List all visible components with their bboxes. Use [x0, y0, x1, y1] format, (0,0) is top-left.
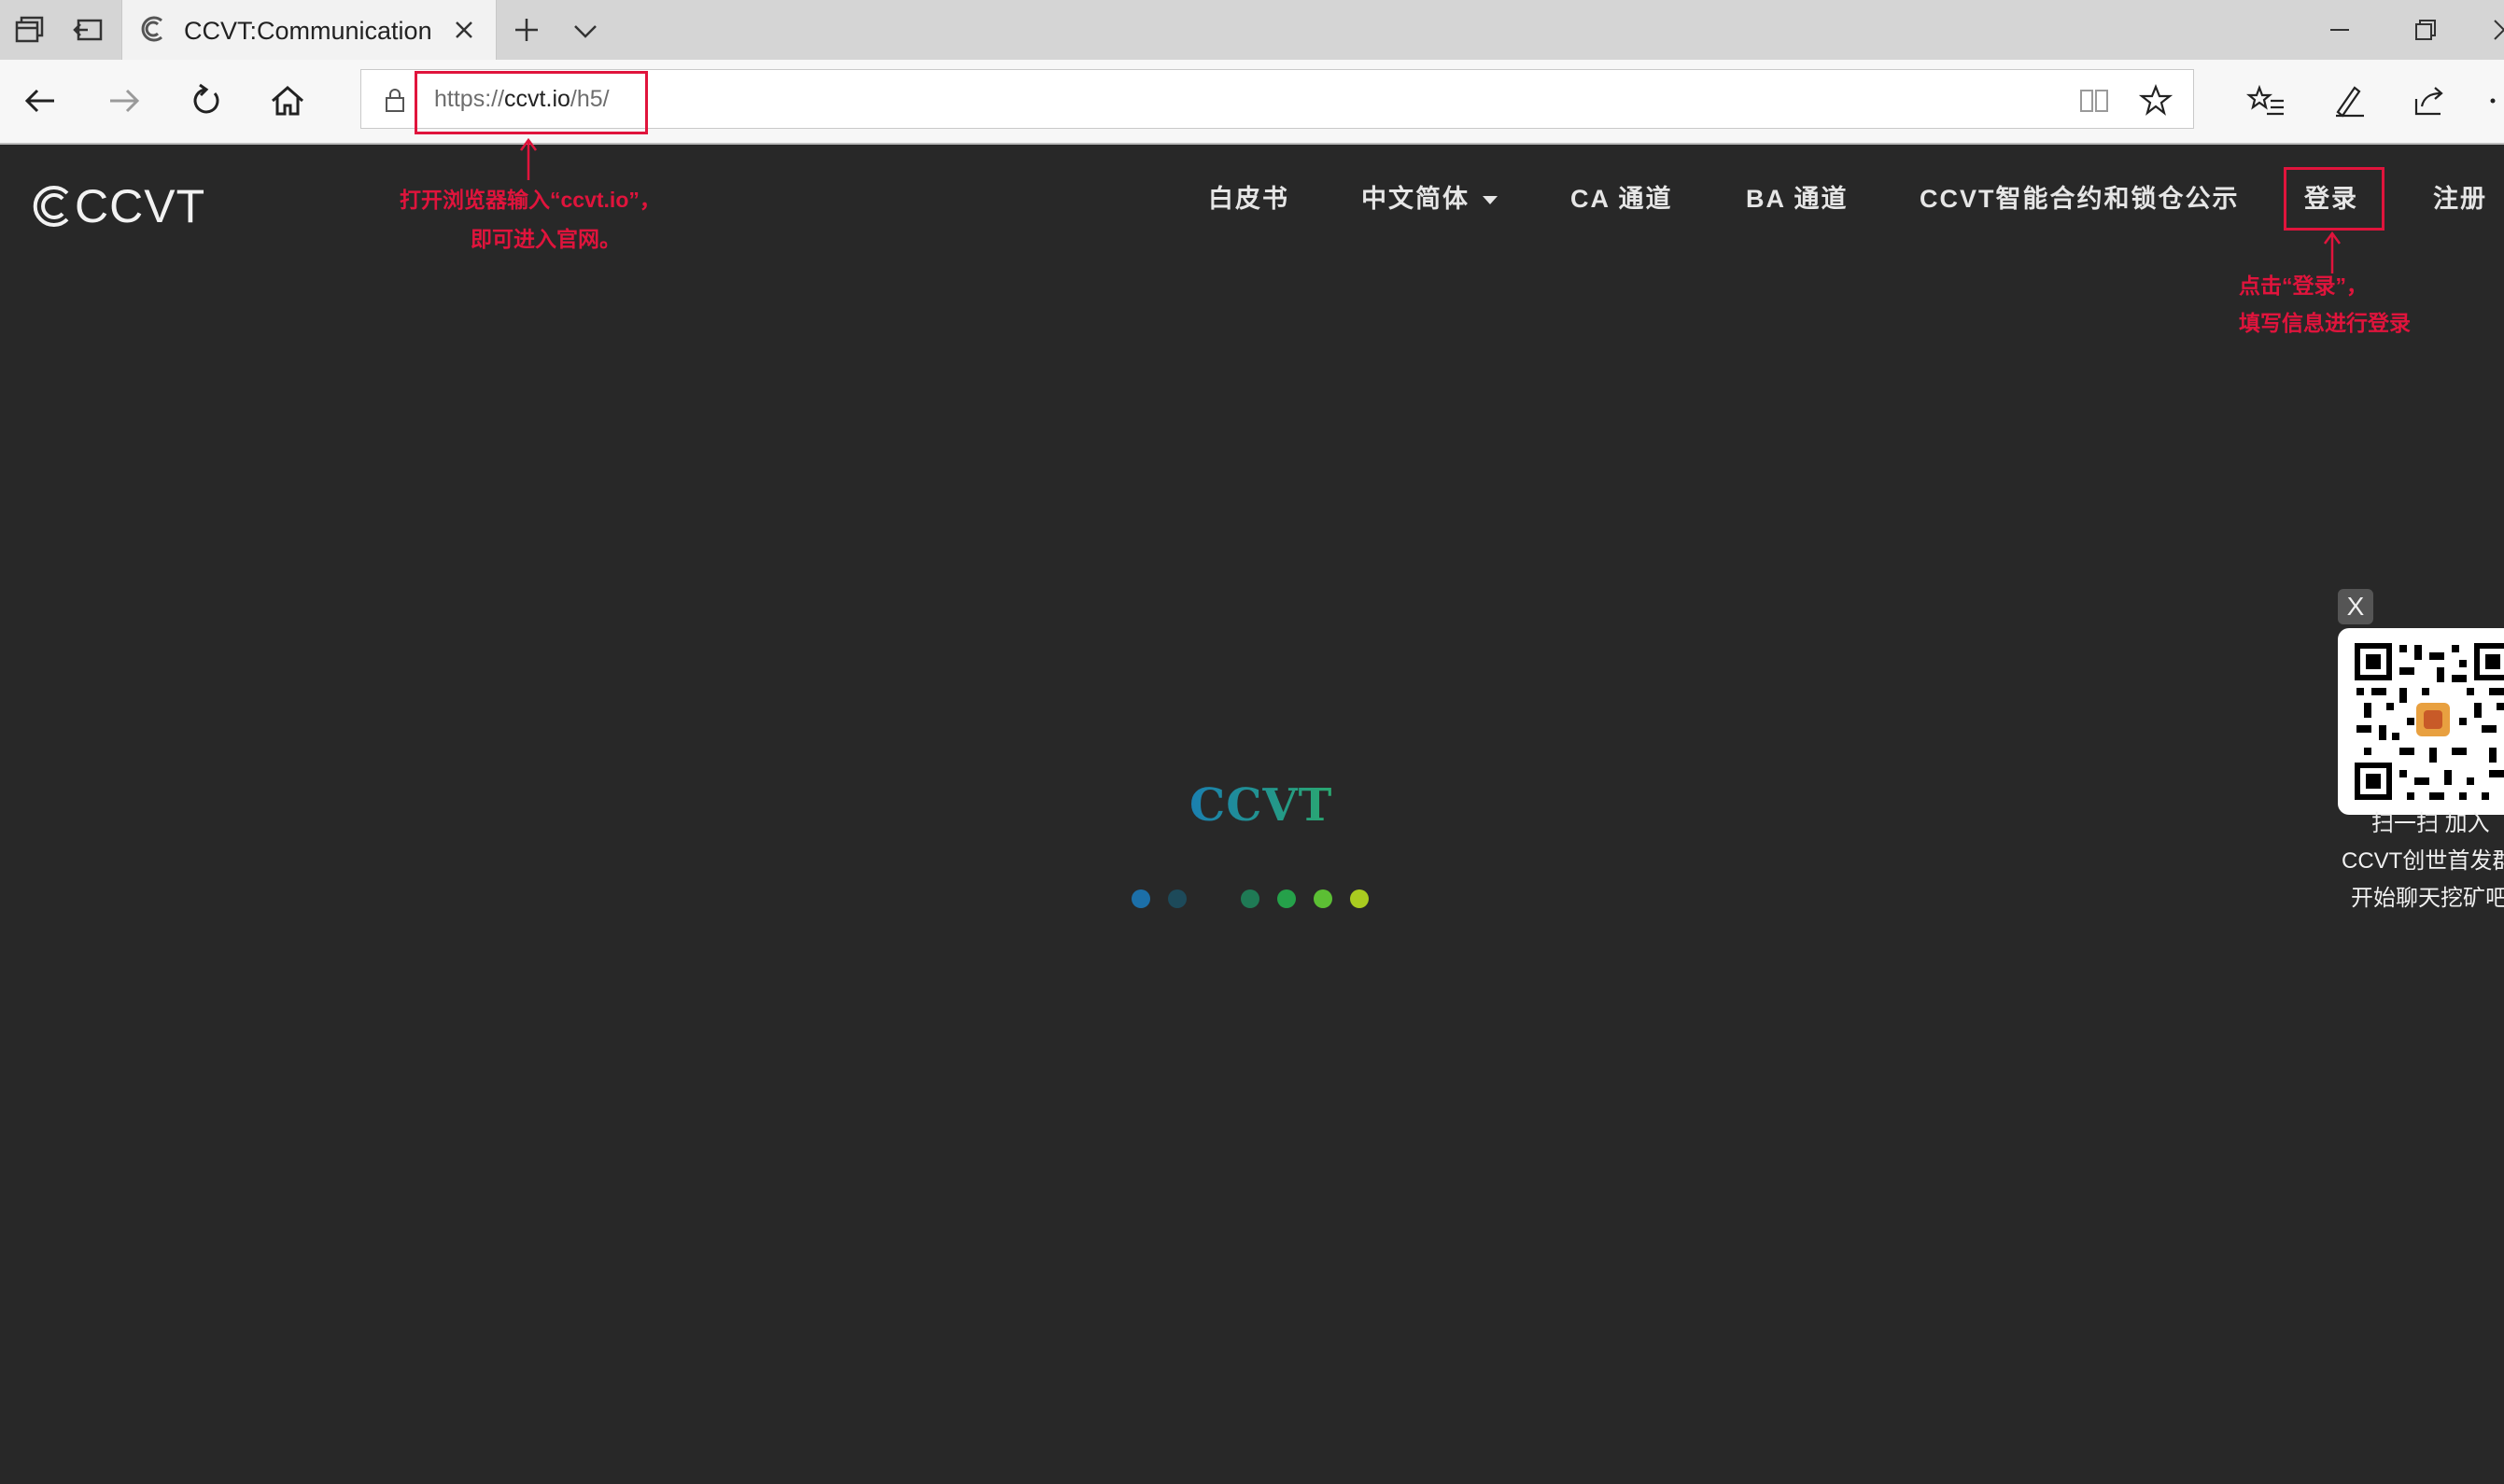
loading-dot: [1168, 889, 1187, 908]
tab-actions-icon[interactable]: [13, 13, 47, 47]
loader-title: CCVT: [1189, 779, 1333, 832]
nav-ca-channel[interactable]: CA 通道: [1570, 180, 1673, 217]
browser-tab[interactable]: CCVT:Communication c: [121, 0, 497, 60]
nav-ba-channel[interactable]: BA 通道: [1746, 180, 1849, 217]
loading-dot: [1277, 889, 1296, 908]
minimize-icon[interactable]: [2323, 13, 2356, 47]
ccvt-page: CCVT 打开浏览器输入“ccvt.io”， 即可进入官网。 白皮书 中文简体 …: [0, 137, 2504, 1484]
caret-down-icon: [1483, 196, 1498, 205]
loading-dot: [1314, 889, 1332, 908]
nav-contract-lock[interactable]: CCVT智能合约和锁仓公示: [1920, 180, 2240, 217]
url-note-line1: 打开浏览器输入“ccvt.io”，: [400, 188, 661, 212]
login-note-line1: 点击“登录”，: [2239, 273, 2368, 298]
forward-arrow-icon[interactable]: [103, 80, 144, 121]
qr-text-line3: 开始聊天挖矿吧: [2351, 886, 2504, 911]
restore-window-icon[interactable]: [2409, 13, 2442, 47]
login-highlight-box: [2284, 167, 2384, 231]
url-arrow-icon: [519, 137, 538, 180]
loading-dot: [1350, 889, 1369, 908]
qr-close-button[interactable]: X: [2338, 589, 2373, 624]
browser-nav-bar: https://ccvt.io/h5/: [0, 60, 2504, 145]
close-tab-icon[interactable]: [449, 15, 479, 45]
qr-code-icon: [2351, 639, 2504, 804]
more-menu-icon[interactable]: [2483, 80, 2504, 121]
close-window-icon[interactable]: [2487, 13, 2504, 47]
set-tabs-aside-icon[interactable]: [73, 13, 106, 47]
qr-code-card: [2338, 628, 2504, 815]
qr-text-line2: CCVT创世首发群: [2342, 848, 2504, 874]
loading-dot: [1204, 889, 1223, 908]
back-arrow-icon[interactable]: [21, 80, 62, 121]
share-icon[interactable]: [2409, 80, 2450, 121]
qr-text-line1: 扫一扫 加入: [2371, 811, 2490, 836]
url-highlight-box: [415, 71, 648, 134]
reading-view-icon[interactable]: [2077, 83, 2111, 117]
nav-language-label: 中文简体: [1361, 185, 1470, 213]
chevron-down-icon[interactable]: [571, 17, 599, 45]
url-note-line2: 即可进入官网。: [471, 227, 621, 251]
refresh-icon[interactable]: [185, 80, 226, 121]
favorite-star-icon[interactable]: [2139, 83, 2173, 117]
tab-title: CCVT:Communication c: [184, 17, 436, 45]
home-icon[interactable]: [267, 80, 308, 121]
favorites-list-icon[interactable]: [2246, 80, 2287, 121]
logo-text: CCVT: [75, 180, 206, 232]
loading-dot: [1241, 889, 1259, 908]
loading-dot: [1132, 889, 1150, 908]
pen-notes-icon[interactable]: [2328, 80, 2370, 121]
lock-icon: [386, 89, 404, 112]
nav-register[interactable]: 注册: [2433, 180, 2487, 217]
login-note-line2: 填写信息进行登录: [2239, 311, 2411, 335]
ccvt-logo-icon: [33, 186, 69, 227]
new-tab-icon[interactable]: [512, 15, 542, 45]
nav-language-select[interactable]: 中文简体: [1361, 180, 1498, 217]
nav-whitepaper[interactable]: 白皮书: [1208, 180, 1289, 217]
ccvt-favicon-icon: [141, 16, 162, 42]
browser-tab-bar: CCVT:Communication c: [0, 0, 2504, 60]
